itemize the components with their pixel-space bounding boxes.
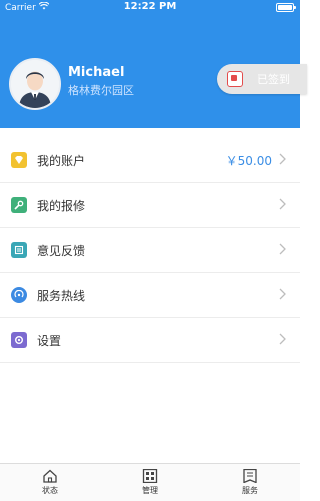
menu-item-repair[interactable]: 我的报修	[0, 183, 300, 228]
battery-indicator	[276, 3, 296, 12]
home-icon	[42, 469, 58, 483]
hotline-icon	[11, 287, 27, 303]
menu-label-settings: 设置	[37, 333, 62, 348]
calendar-icon	[227, 71, 243, 87]
grid-icon	[142, 469, 158, 483]
menu-item-settings[interactable]: 设置	[0, 318, 300, 363]
chevron-right-icon	[278, 198, 288, 212]
menu-item-hotline[interactable]: 服务热线	[0, 273, 300, 318]
chevron-right-icon	[278, 288, 288, 302]
menu-label-repair: 我的报修	[37, 198, 86, 213]
account-balance: ￥50.00	[225, 153, 272, 168]
menu-item-feedback[interactable]: 意见反馈	[0, 228, 300, 273]
menu-list: 我的账户 ￥50.00 我的报修 意见反馈 服务热线 设置	[0, 138, 300, 363]
feedback-icon	[11, 242, 27, 258]
list-icon	[242, 469, 258, 483]
signin-button[interactable]: 已签到	[217, 64, 307, 94]
user-location: 格林费尔园区	[68, 84, 134, 97]
menu-item-account[interactable]: 我的账户 ￥50.00	[0, 138, 300, 183]
battery-icon	[276, 3, 296, 12]
tab-service[interactable]: 服务	[200, 464, 300, 501]
settings-icon	[11, 332, 27, 348]
user-name: Michael	[68, 65, 125, 80]
tab-label-status: 状态	[42, 486, 58, 495]
menu-label-account: 我的账户	[37, 153, 86, 168]
menu-label-hotline: 服务热线	[37, 288, 86, 303]
chevron-right-icon	[278, 243, 288, 257]
status-bar: Carrier 12:22 PM	[0, 0, 300, 14]
profile-header: Carrier 12:22 PM Michael 格林费尔园区 已签到	[0, 0, 307, 128]
tab-bar: 状态 管理 服务	[0, 463, 300, 501]
signin-label: 已签到	[257, 73, 290, 86]
tab-status[interactable]: 状态	[0, 464, 100, 501]
tab-label-service: 服务	[242, 486, 258, 495]
clock: 12:22 PM	[123, 1, 177, 12]
tab-manage[interactable]: 管理	[100, 464, 200, 501]
wallet-icon	[11, 152, 27, 168]
user-avatar-icon	[11, 60, 59, 108]
repair-icon	[11, 197, 27, 213]
tab-label-manage: 管理	[142, 486, 158, 495]
chevron-right-icon	[278, 153, 288, 167]
menu-label-feedback: 意见反馈	[37, 243, 86, 258]
avatar[interactable]	[9, 58, 61, 110]
chevron-right-icon	[278, 333, 288, 347]
